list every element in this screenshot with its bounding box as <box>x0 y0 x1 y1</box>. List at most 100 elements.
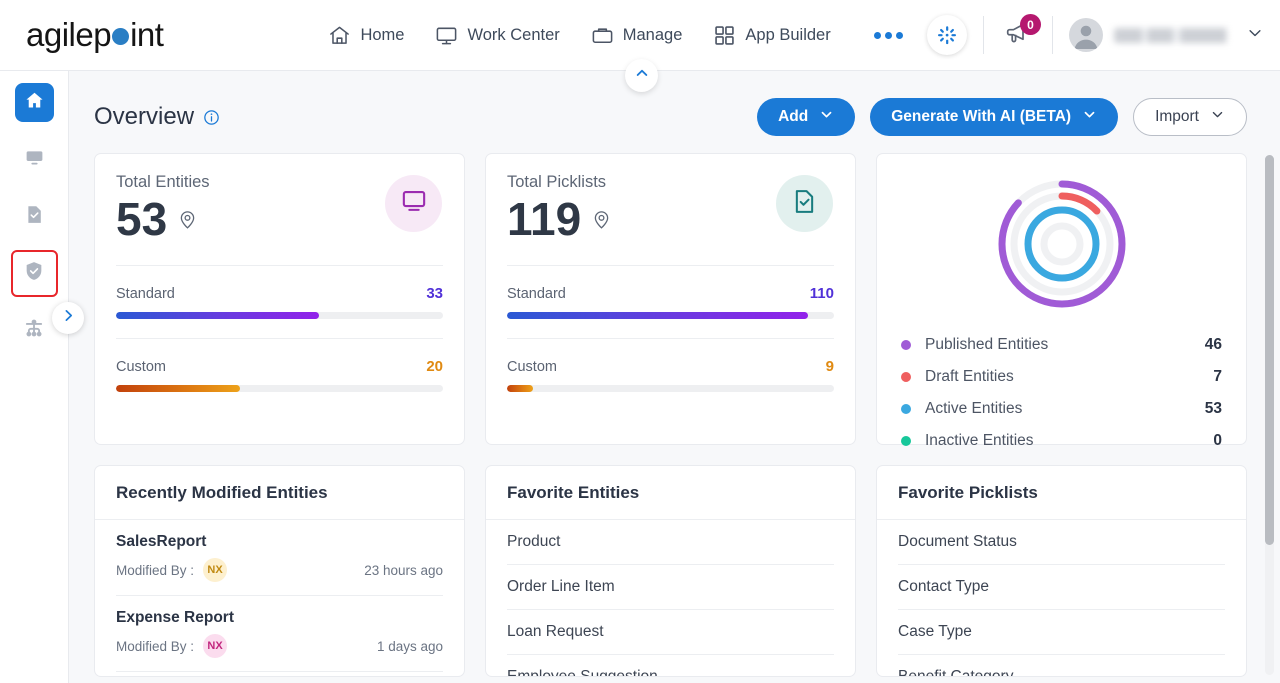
entities-card-icon-badge <box>385 175 442 232</box>
donut-chart <box>901 170 1222 318</box>
divider <box>507 265 834 267</box>
info-icon[interactable] <box>203 109 220 126</box>
legend-item: Published Entities 46 <box>901 329 1222 361</box>
legend-label: Published Entities <box>925 336 1049 353</box>
monitor-icon <box>400 187 428 220</box>
logo-text-right: int <box>130 16 164 53</box>
notification-badge: 0 <box>1020 14 1041 35</box>
sidebar-item-org-chart[interactable] <box>15 311 54 350</box>
list-item[interactable]: Case Type <box>898 610 1225 655</box>
nav-label-work-center: Work Center <box>467 25 560 44</box>
list-item[interactable]: Employee Suggestion <box>507 655 834 676</box>
card-title: Favorite Entities <box>486 466 855 520</box>
chevron-down-icon <box>1082 107 1097 127</box>
list-item[interactable]: Benefit Category <box>898 655 1225 676</box>
page-actions: Add Generate With AI (BETA) Import <box>757 98 1247 136</box>
location-pin-icon[interactable] <box>177 209 198 230</box>
legend-dot-icon <box>901 436 911 446</box>
home-icon <box>24 90 45 116</box>
progress-track <box>507 312 834 320</box>
import-button-label: Import <box>1155 108 1199 125</box>
document-check-icon <box>791 188 818 220</box>
add-button[interactable]: Add <box>757 98 856 136</box>
chevron-right-icon <box>60 307 77 329</box>
picklists-card-icon-badge <box>776 175 833 232</box>
add-button-label: Add <box>778 108 809 125</box>
legend-dot-icon <box>901 372 911 382</box>
bar-label: Custom <box>507 359 557 376</box>
legend-value: 0 <box>1213 432 1222 449</box>
list-item[interactable]: Loan Request <box>507 610 834 655</box>
favorite-picklists-card: Favorite Picklists Document Status Conta… <box>876 465 1247 677</box>
entity-name[interactable]: Expense Report <box>116 609 443 627</box>
hierarchy-icon <box>23 317 45 344</box>
nav-item-app-builder[interactable]: App Builder <box>713 24 831 47</box>
user-menu[interactable] <box>1069 18 1242 52</box>
sidebar-item-data-entities[interactable] <box>10 250 58 297</box>
list-item[interactable]: Order Line Item <box>507 565 834 610</box>
chevron-down-icon[interactable] <box>1246 24 1264 47</box>
list-item[interactable]: Product <box>507 520 834 565</box>
agilepoint-logo[interactable]: agilep int <box>26 16 164 54</box>
legend-dot-icon <box>901 404 911 414</box>
total-picklists-card: Total Picklists 119 Standard 110 Custom … <box>485 153 856 445</box>
legend-item: Inactive Entities 0 <box>901 425 1222 457</box>
page-header: Overview Add Generate With AI (BETA) Imp… <box>69 71 1280 136</box>
nav-item-work-center[interactable]: Work Center <box>435 24 560 47</box>
legend-value: 53 <box>1204 400 1222 417</box>
monitor-icon <box>435 24 458 47</box>
divider <box>983 16 984 54</box>
monitor-icon <box>24 147 45 173</box>
list-item[interactable]: SalesReport Modified By : NX 23 hours ag… <box>116 520 443 596</box>
document-check-icon <box>24 204 45 230</box>
list-item[interactable]: Expense Report Modified By : NX 1 days a… <box>116 596 443 672</box>
entity-status-chart-card: Published Entities 46 Draft Entities 7 A… <box>876 153 1247 449</box>
chart-legend: Published Entities 46 Draft Entities 7 A… <box>901 329 1222 457</box>
location-pin-icon[interactable] <box>591 209 612 230</box>
card-title: Favorite Picklists <box>877 466 1246 520</box>
avatar: NX <box>203 558 228 582</box>
modified-time: 1 days ago <box>376 638 443 654</box>
import-button[interactable]: Import <box>1133 98 1247 136</box>
nav-label-app-builder: App Builder <box>745 25 831 44</box>
sidebar-item-work-center[interactable] <box>15 140 54 179</box>
sidebar-item-documents[interactable] <box>15 197 54 236</box>
legend-label: Active Entities <box>925 400 1023 417</box>
dashboard-grid: Total Entities 53 Standard 33 Custom 20 … <box>69 136 1280 677</box>
rail-expand-button[interactable] <box>52 302 84 334</box>
sidebar-item-home[interactable] <box>14 83 54 122</box>
scrollbar-thumb[interactable] <box>1265 155 1274 545</box>
page-title: Overview <box>94 103 195 130</box>
picklists-custom-bar: Custom 9 <box>507 358 834 393</box>
ellipsis-icon[interactable] <box>873 31 903 39</box>
entities-custom-bar: Custom 20 <box>116 358 443 393</box>
divider <box>1052 16 1053 54</box>
modified-by-label: Modified By : <box>116 562 195 578</box>
list-item[interactable]: Document Status <box>898 520 1225 565</box>
briefcase-icon <box>591 24 614 47</box>
divider <box>507 338 834 340</box>
chevron-down-icon <box>1210 107 1225 127</box>
notification-button[interactable]: 0 <box>1000 14 1041 53</box>
progress-fill <box>507 385 534 393</box>
nav-item-home[interactable]: Home <box>328 24 404 47</box>
divider <box>116 338 443 340</box>
list-item[interactable]: Contact Type <box>898 565 1225 610</box>
entity-name[interactable]: SalesReport <box>116 533 443 551</box>
collapse-header-button[interactable] <box>625 59 658 92</box>
ai-pinwheel-icon[interactable] <box>927 15 967 55</box>
header-right-tools: 0 <box>927 0 1280 70</box>
bar-value: 9 <box>825 358 834 376</box>
total-entities-card: Total Entities 53 Standard 33 Custom 20 <box>94 153 465 445</box>
avatar: NX <box>203 634 228 658</box>
shield-check-icon <box>23 260 45 287</box>
nav-label-manage: Manage <box>622 25 683 44</box>
picklists-standard-bar: Standard 110 <box>507 285 834 320</box>
bar-label: Custom <box>116 359 166 376</box>
home-icon <box>328 24 351 47</box>
list-item[interactable]: Expenses Modified By : NX <box>116 672 443 676</box>
legend-dot-icon <box>901 340 911 350</box>
favorite-picklists-list: Document Status Contact Type Case Type B… <box>877 520 1246 676</box>
nav-item-manage[interactable]: Manage <box>591 24 683 47</box>
generate-with-ai-button[interactable]: Generate With AI (BETA) <box>870 98 1119 136</box>
